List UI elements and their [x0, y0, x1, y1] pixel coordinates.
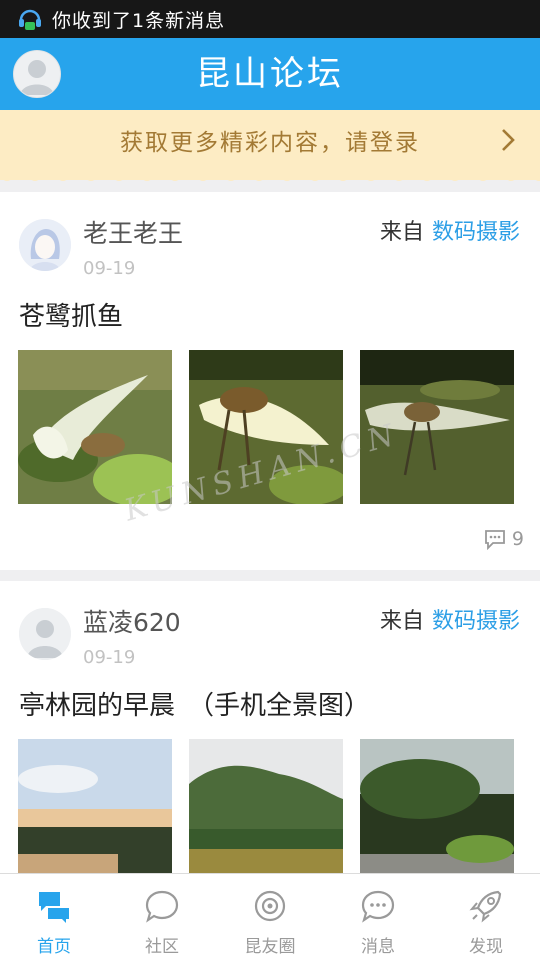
post-title[interactable]: 亭林园的早晨 （手机全景图） [19, 685, 370, 722]
community-bubble-icon [145, 890, 179, 923]
chevron-right-icon [502, 129, 515, 151]
author-avatar[interactable] [19, 608, 71, 660]
nav-label: 消息 [361, 937, 395, 957]
hill-park-photo [189, 739, 343, 893]
nav-label: 首页 [37, 937, 71, 957]
nav-discover[interactable]: 发现 [432, 874, 540, 961]
garden-photo [360, 739, 514, 893]
bottom-navigation: 首页 社区 昆友圈 消息 发现 [0, 873, 540, 961]
post-date: 09-19 [83, 647, 136, 668]
app-header: 昆山论坛 [0, 38, 540, 110]
nav-friends-circle[interactable]: 昆友圈 [216, 874, 324, 961]
post-source: 来自 数码摄影 [380, 214, 520, 246]
author-avatar[interactable] [19, 219, 71, 271]
home-chat-icon [39, 892, 69, 923]
nav-community[interactable]: 社区 [108, 874, 216, 961]
post-photo[interactable] [18, 739, 172, 893]
post-card[interactable]: 老王老王 09-19 来自 数码摄影 苍鹭抓鱼 9 [0, 192, 540, 570]
board-link[interactable]: 数码摄影 [432, 220, 520, 245]
comment-icon [485, 530, 505, 550]
morning-lake-photo [18, 739, 172, 893]
headset-notification-icon [19, 9, 41, 30]
nav-label: 社区 [145, 937, 179, 957]
status-bar: 你收到了1条新消息 [0, 0, 540, 38]
rocket-icon [469, 890, 502, 923]
anime-avatar-icon [19, 219, 71, 271]
nav-label: 发现 [469, 937, 503, 957]
post-photo[interactable] [18, 350, 172, 504]
photo-strip [18, 739, 522, 893]
post-card[interactable]: 蓝凌620 09-19 来自 数码摄影 亭林园的早晨 （手机全景图） [0, 581, 540, 893]
comment-count-value: 9 [511, 528, 524, 550]
message-icon [361, 890, 395, 923]
post-date: 09-19 [83, 258, 136, 279]
page-title: 昆山论坛 [196, 54, 344, 94]
post-photo[interactable] [360, 739, 514, 893]
post-photo[interactable] [189, 739, 343, 893]
board-link[interactable]: 数码摄影 [432, 609, 520, 634]
nav-messages[interactable]: 消息 [324, 874, 432, 961]
banner-wave-edge [0, 176, 540, 181]
default-avatar-icon [19, 608, 71, 660]
nav-label: 昆友圈 [244, 937, 296, 957]
notification-text: 你收到了1条新消息 [52, 9, 226, 32]
from-label: 来自 [379, 609, 424, 634]
post-title[interactable]: 苍鹭抓鱼 [19, 296, 123, 333]
author-name[interactable]: 老王老王 [83, 214, 183, 250]
comment-count[interactable]: 9 [484, 528, 524, 550]
author-name[interactable]: 蓝凌620 [83, 603, 181, 639]
heron-photo-1 [18, 350, 172, 504]
post-source: 来自 数码摄影 [380, 603, 520, 635]
login-prompt-text: 获取更多精彩内容，请登录 [120, 130, 420, 156]
from-label: 来自 [379, 220, 424, 245]
login-banner[interactable]: 获取更多精彩内容，请登录 [0, 110, 540, 181]
nav-home[interactable]: 首页 [0, 874, 108, 961]
friends-circle-icon [254, 890, 286, 922]
